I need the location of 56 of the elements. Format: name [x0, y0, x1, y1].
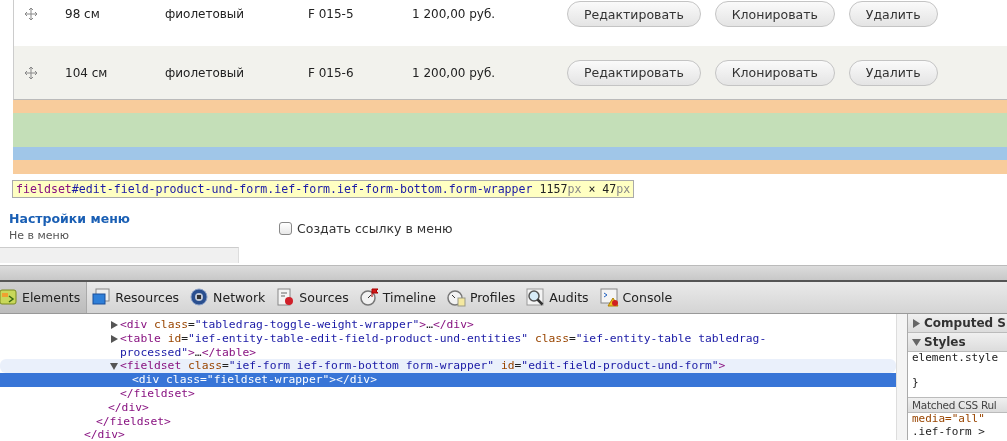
clone-button[interactable]: Клонировать — [714, 1, 835, 27]
stopwatch-flag-icon — [359, 288, 379, 307]
price-cell-text: 1 200,00 руб. — [412, 7, 497, 21]
devtools-tab[interactable]: Elements — [0, 282, 88, 313]
section-title: Computed S — [924, 316, 1006, 330]
color-cell-text: фиолетовый — [165, 7, 246, 21]
color-cell-text: фиолетовый — [165, 65, 246, 80]
code-box-icon — [0, 288, 18, 307]
menu-settings-link[interactable]: Настройки меню — [9, 211, 130, 226]
terminal-warning-icon — [599, 288, 619, 307]
price-cell-text: 1 200,00 руб. — [412, 65, 497, 80]
window-stack-icon — [92, 288, 112, 307]
menu-link-checkbox[interactable]: Создать ссылку в меню — [279, 220, 453, 236]
delete-button[interactable]: Удалить — [848, 1, 938, 27]
size-cell-text: 98 см — [65, 7, 101, 21]
delete-button[interactable]: Удалить — [848, 59, 938, 86]
devtools-tab[interactable]: Console — [594, 282, 679, 313]
devtools-tab[interactable]: Profiles — [441, 282, 522, 313]
devtools-tab[interactable]: Audits — [521, 282, 595, 313]
dom-closing-tag: </div> — [0, 400, 896, 415]
section-title: Styles — [924, 335, 966, 349]
collapse-arrow-icon[interactable] — [110, 362, 118, 371]
sku-cell-text: F 015-5 — [308, 7, 355, 21]
styles-section-header[interactable]: Styles — [908, 333, 1007, 352]
devtools-tab[interactable]: Network — [185, 282, 272, 313]
dom-node-line[interactable]: <table id="ief-entity-table-edit-field-product-und-entities" class="ief-entity-table tabledrag-processed">…</table> — [0, 331, 896, 360]
style-rule-line: } — [911, 376, 920, 389]
dom-closing-tag: </fieldset> — [0, 387, 896, 401]
edit-button[interactable]: Редактировать — [567, 59, 701, 86]
devtools-tab[interactable]: Sources — [271, 282, 355, 313]
expand-arrow-icon[interactable] — [110, 334, 118, 343]
expand-arrow-icon[interactable] — [110, 321, 118, 329]
style-rule-line: media="all" — [911, 413, 986, 426]
devtools-tab[interactable]: Resources — [87, 282, 186, 313]
sku-cell-text: F 015-6 — [308, 65, 355, 80]
dom-node-line[interactable]: <div class="tabledrag-toggle-weight-wrapper">…</div> — [0, 318, 896, 332]
dom-closing-tag: </fieldset> — [0, 414, 896, 429]
section-title: Matched CSS Rul — [912, 399, 997, 411]
clone-button[interactable]: Клонировать — [714, 59, 835, 86]
drag-handle-icon[interactable] — [24, 7, 38, 21]
drag-handle-icon[interactable] — [24, 65, 38, 80]
stopwatch-icon — [446, 288, 466, 307]
devtools-splitter[interactable] — [0, 265, 1007, 282]
style-rule-line: element.style — [911, 352, 1000, 365]
dom-node-line[interactable]: <fieldset class="ief-form ief-form-bottom form-wrapper" id="edit-field-product-und-form"> — [0, 359, 896, 374]
size-cell-text: 104 см — [65, 65, 109, 80]
style-rule-line: .ief-form > — [911, 425, 986, 438]
dom-closing-tag: </div> — [0, 428, 896, 440]
devtools-tab[interactable]: Timeline — [354, 282, 442, 313]
menu-settings-summary: Не в меню — [9, 229, 71, 242]
element-tooltip: fieldset#edit-field-product-und-form.ief-form.ief-form-bottom.form-wrapper 1157px × 47px — [12, 180, 635, 198]
styles-section-header[interactable]: Matched CSS Rul — [908, 397, 1007, 413]
magnifier-icon — [526, 288, 546, 307]
globe-icon — [190, 288, 210, 307]
edit-button[interactable]: Редактировать — [567, 1, 701, 27]
styles-section-header[interactable]: Computed S — [908, 314, 1007, 333]
